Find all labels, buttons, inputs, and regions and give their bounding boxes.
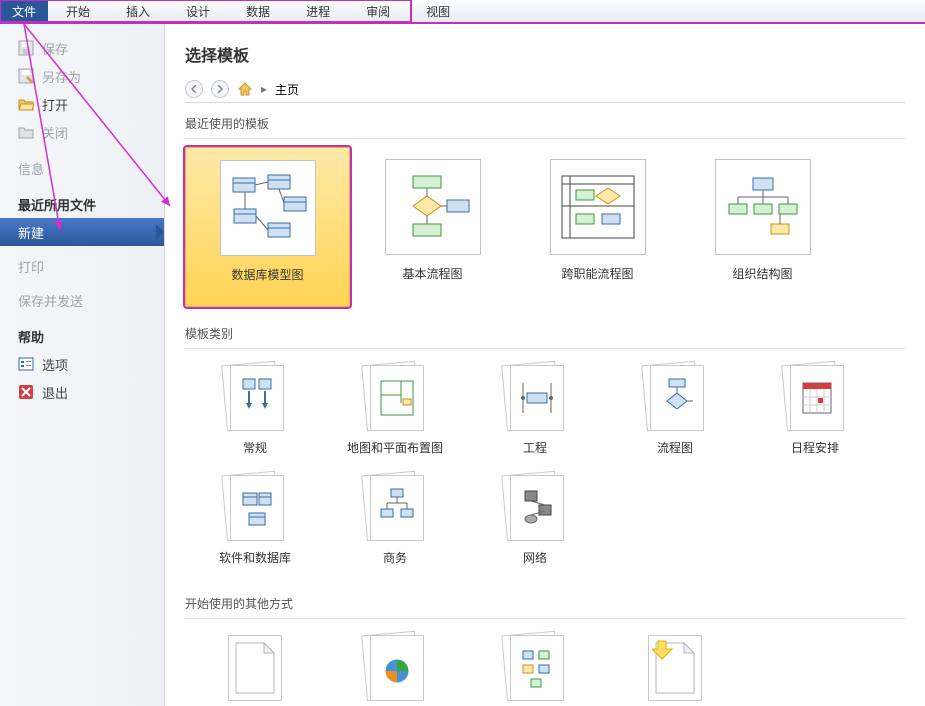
sidebar-save-send[interactable]: 保存并发送: [0, 286, 164, 314]
sidebar-help[interactable]: 帮助: [0, 322, 164, 350]
thumb-basic-flowchart: [385, 159, 481, 255]
other-ways-grid: 空白绘图 Office.com 模板 示例图表 根据现有内容新建: [185, 627, 905, 706]
backstage-sidebar: 保存 另存为 打开 关闭 信息 最近所用文件 新建: [0, 24, 165, 706]
sidebar-open[interactable]: 打开: [0, 90, 164, 118]
category-label: 流程图: [657, 439, 693, 456]
category-label: 地图和平面布置图: [347, 439, 443, 456]
template-label: 组织结构图: [732, 265, 792, 282]
sidebar-options[interactable]: 选项: [0, 350, 164, 378]
category-flowchart[interactable]: 流程图: [605, 357, 745, 467]
category-network[interactable]: 网络: [465, 467, 605, 577]
folder-open-icon: [18, 96, 34, 112]
category-label: 日程安排: [791, 439, 839, 456]
category-label: 工程: [523, 439, 547, 456]
category-label: 网络: [523, 549, 547, 566]
sidebar-save-as-label: 另存为: [42, 67, 81, 86]
divider: [185, 618, 905, 619]
sidebar-open-label: 打开: [42, 95, 68, 114]
other-from-existing[interactable]: 根据现有内容新建: [605, 627, 745, 706]
tab-file[interactable]: 文件: [0, 0, 48, 22]
sidebar-info-label: 信息: [18, 159, 44, 178]
other-blank-drawing[interactable]: 空白绘图: [185, 627, 325, 706]
sidebar-print[interactable]: 打印: [0, 252, 164, 280]
sidebar-save-as[interactable]: 另存为: [0, 62, 164, 90]
sidebar-exit-label: 退出: [42, 383, 68, 402]
sidebar-new-label: 新建: [18, 223, 44, 242]
thumb-database-model: [220, 160, 316, 256]
breadcrumb-home[interactable]: 主页: [275, 81, 299, 98]
home-icon[interactable]: [237, 81, 253, 97]
exit-icon: [18, 384, 34, 400]
category-schedule[interactable]: 日程安排: [745, 357, 885, 467]
other-office-com[interactable]: Office.com 模板: [325, 627, 465, 706]
sidebar-recent-label: 最近所用文件: [18, 195, 96, 214]
sidebar-close[interactable]: 关闭: [0, 118, 164, 146]
tab-process[interactable]: 进程: [288, 0, 348, 22]
sidebar-help-label: 帮助: [18, 327, 44, 346]
sidebar-info[interactable]: 信息: [0, 154, 164, 182]
category-label: 商务: [383, 549, 407, 566]
sidebar-print-label: 打印: [18, 257, 44, 276]
category-maps-floorplans[interactable]: 地图和平面布置图: [325, 357, 465, 467]
category-software-database[interactable]: 软件和数据库: [185, 467, 325, 577]
section-other-label: 开始使用的其他方式: [185, 591, 905, 616]
save-as-icon: [18, 68, 34, 84]
thumb-org-chart: [715, 159, 811, 255]
other-sample-diagrams[interactable]: 示例图表: [465, 627, 605, 706]
tab-data[interactable]: 数据: [228, 0, 288, 22]
category-label: 软件和数据库: [219, 549, 291, 566]
category-general[interactable]: 常规: [185, 357, 325, 467]
template-cross-functional[interactable]: 跨职能流程图: [515, 147, 680, 307]
category-engineering[interactable]: 工程: [465, 357, 605, 467]
sidebar-recent[interactable]: 最近所用文件: [0, 190, 164, 218]
section-categories-label: 模板类别: [185, 321, 905, 346]
thumb-cross-functional: [550, 159, 646, 255]
sidebar-options-label: 选项: [42, 355, 68, 374]
tab-home[interactable]: 开始: [48, 0, 108, 22]
template-label: 跨职能流程图: [561, 265, 633, 282]
sidebar-save-send-label: 保存并发送: [18, 291, 83, 310]
close-file-icon: [18, 124, 34, 140]
sidebar-save[interactable]: 保存: [0, 34, 164, 62]
template-database-model[interactable]: 数据库模型图: [185, 147, 350, 307]
page-title: 选择模板: [185, 42, 905, 66]
template-label: 数据库模型图: [231, 266, 303, 283]
template-label: 基本流程图: [402, 265, 462, 282]
category-business[interactable]: 商务: [325, 467, 465, 577]
category-label: 常规: [243, 439, 267, 456]
tab-insert[interactable]: 插入: [108, 0, 168, 22]
sidebar-exit[interactable]: 退出: [0, 378, 164, 406]
template-basic-flowchart[interactable]: 基本流程图: [350, 147, 515, 307]
section-recent-label: 最近使用的模板: [185, 111, 905, 136]
main-content: 选择模板 ▸ 主页 最近使用的模板: [165, 24, 925, 706]
categories-grid: 常规 地图和平面布置图 工程 流程图: [185, 357, 905, 577]
divider: [185, 348, 905, 349]
sidebar-new[interactable]: 新建: [0, 218, 164, 246]
template-org-chart[interactable]: 组织结构图: [680, 147, 845, 307]
tab-design[interactable]: 设计: [168, 0, 228, 22]
breadcrumb: ▸ 主页: [185, 80, 905, 103]
divider: [185, 138, 905, 139]
nav-forward-button[interactable]: [211, 80, 229, 98]
sidebar-close-label: 关闭: [42, 123, 68, 142]
recent-templates-grid: 数据库模型图 基本流程图: [185, 147, 905, 307]
ribbon-menubar: 文件 开始 插入 设计 数据 进程 审阅 视图: [0, 0, 925, 24]
save-icon: [18, 40, 34, 56]
sidebar-save-label: 保存: [42, 39, 68, 58]
tab-view[interactable]: 视图: [408, 0, 468, 22]
breadcrumb-separator: ▸: [261, 82, 267, 96]
options-icon: [18, 356, 34, 372]
nav-back-button[interactable]: [185, 80, 203, 98]
tab-review[interactable]: 审阅: [348, 0, 408, 22]
